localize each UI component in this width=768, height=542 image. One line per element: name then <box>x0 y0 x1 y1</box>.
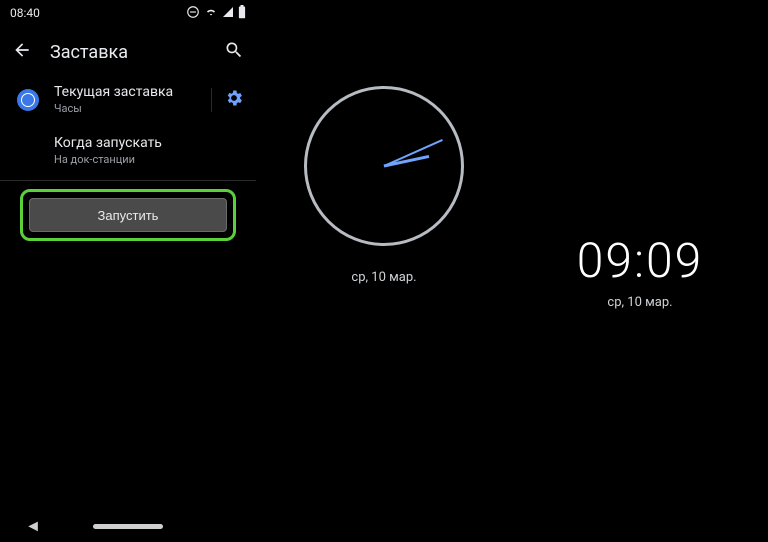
settings-screen: 08:40 Заставка Тек <box>0 0 256 542</box>
clock-icon <box>17 89 39 111</box>
current-screensaver-title: Текущая заставка <box>54 84 205 100</box>
current-screensaver-subtitle: Часы <box>54 102 205 115</box>
app-bar: Заставка <box>0 26 256 74</box>
signal-icon <box>222 6 234 21</box>
dnd-icon <box>186 5 200 22</box>
clock-face <box>304 86 464 246</box>
back-icon[interactable] <box>12 40 32 64</box>
analog-clock <box>304 86 464 246</box>
divider <box>0 180 256 181</box>
gear-icon[interactable] <box>224 93 244 112</box>
analog-date: ср, 10 мар. <box>351 270 416 285</box>
nav-back-icon[interactable]: ◄ <box>25 516 41 536</box>
status-time: 08:40 <box>10 6 40 20</box>
current-screensaver-row[interactable]: Текущая заставка Часы <box>0 74 256 125</box>
nav-bar: ◄ <box>0 516 256 536</box>
digital-date: ср, 10 мар. <box>607 295 672 310</box>
battery-icon <box>238 5 246 22</box>
wifi-icon <box>204 5 218 22</box>
when-to-start-subtitle: На док-станции <box>54 153 244 166</box>
when-to-start-title: Когда запускать <box>54 135 244 151</box>
status-icons <box>186 5 246 22</box>
digital-time: 09:09 <box>577 232 704 289</box>
when-to-start-row[interactable]: Когда запускать На док-станции <box>0 125 256 176</box>
search-icon[interactable] <box>224 40 244 64</box>
digital-clock-screen: 09:09 ср, 10 мар. <box>512 0 768 542</box>
minute-hand <box>384 139 443 167</box>
page-title: Заставка <box>50 42 224 63</box>
nav-home-pill[interactable] <box>93 524 163 529</box>
status-bar: 08:40 <box>0 0 256 26</box>
highlight-box: Запустить <box>20 189 236 241</box>
analog-clock-screen: ср, 10 мар. <box>256 0 512 542</box>
start-button[interactable]: Запустить <box>29 198 227 232</box>
